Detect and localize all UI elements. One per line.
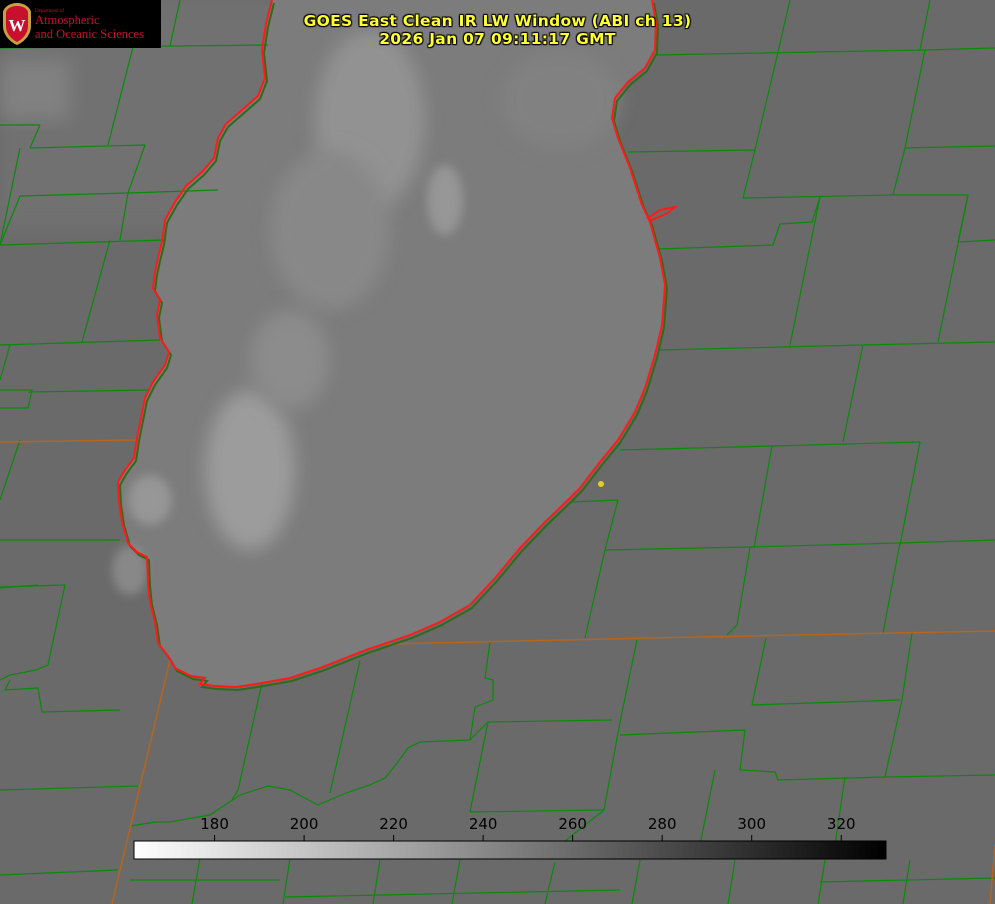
station-dot	[598, 481, 604, 487]
colorbar-tick-label: 260	[558, 815, 587, 833]
university-logo: W Department of Atmospheric and Oceanic …	[0, 0, 161, 48]
colorbar-ramp	[133, 840, 887, 860]
colorbar-tick-label: 280	[647, 815, 677, 833]
logo-line-2: and Oceanic Sciences	[35, 27, 144, 41]
logo-line-1: Atmospheric	[35, 13, 100, 27]
svg-text:W: W	[9, 16, 26, 35]
colorbar-tick-label: 200	[289, 815, 319, 833]
colorbar-tick-label: 220	[379, 815, 408, 833]
colorbar-tick-label: 300	[737, 815, 767, 833]
colorbar-tick-label: 180	[200, 815, 229, 833]
university-seal-icon: W	[3, 3, 31, 45]
colorbar-tick-label: 320	[826, 815, 856, 833]
satellite-ir-map	[0, 0, 995, 904]
colorbar-tick-label: 240	[468, 815, 498, 833]
